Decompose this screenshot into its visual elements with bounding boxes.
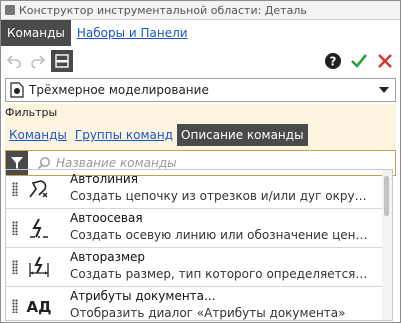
command-title: Авторазмер [70, 250, 146, 264]
drag-handle-icon[interactable] [12, 221, 18, 235]
toolbar: ? [1, 46, 400, 76]
apply-button[interactable] [348, 50, 370, 72]
document-attributes-icon: АД [26, 293, 52, 319]
drag-handle-icon[interactable] [12, 260, 18, 274]
tab-sets-and-panels[interactable]: Наборы и Панели [71, 20, 194, 46]
drag-handle-icon[interactable] [12, 182, 18, 196]
autoaxis-icon [26, 215, 52, 241]
funnel-icon [11, 157, 23, 169]
undo-button[interactable] [3, 50, 25, 72]
help-button[interactable]: ? [322, 50, 344, 72]
command-description: Создать размер, тип которого определяетс… [70, 267, 368, 281]
toolbar-actions: ? [318, 50, 396, 72]
command-description: Отобразить диалог «Атрибуты документа» [70, 306, 346, 320]
filter-tab-commands[interactable]: Команды [5, 124, 71, 146]
autoline-icon [26, 176, 52, 202]
scrollbar[interactable] [382, 170, 392, 320]
filter-tab-command-description[interactable]: Описание команды [177, 124, 308, 146]
command-title: Атрибуты документа... [70, 289, 216, 303]
filter-tabs: Команды Группы команд Описание команды [5, 124, 308, 146]
svg-text:?: ? [330, 55, 337, 69]
command-list: Автолиния Создать цепочку из отрезков и/… [5, 169, 393, 321]
check-icon [351, 54, 368, 68]
redo-button[interactable] [27, 50, 49, 72]
filters-label: Фильтры [5, 106, 58, 119]
redo-icon [31, 55, 46, 68]
scrollbar-thumb[interactable] [384, 176, 389, 216]
filter-tab-command-groups[interactable]: Группы команд [71, 124, 177, 146]
mode-icon [9, 82, 25, 98]
close-icon [378, 54, 392, 68]
command-description: Создать осевую линию или обозначение цен… [70, 228, 368, 242]
command-title: Автоосевая [70, 211, 143, 225]
window: Конструктор инструментальной области: Де… [0, 0, 401, 323]
mode-select-value: Трёхмерное моделирование [29, 83, 209, 97]
undo-icon [6, 55, 21, 68]
command-description: Создать цепочку из отрезков и/или дуг ок… [70, 189, 368, 203]
command-title: Автолиния [70, 172, 138, 186]
title-bar: Конструктор инструментальной области: Де… [1, 1, 400, 20]
list-item[interactable]: Автолиния Создать цепочку из отрезков и/… [6, 170, 392, 209]
window-title: Конструктор инструментальной области: Де… [19, 3, 307, 17]
mode-select[interactable]: Трёхмерное моделирование [5, 78, 396, 102]
panel-layout-button[interactable] [51, 50, 73, 72]
help-icon: ? [325, 53, 341, 69]
autodimension-icon [26, 254, 52, 280]
tab-commands[interactable]: Команды [1, 20, 71, 46]
filters-panel: Фильтры Команды Группы команд Описание к… [5, 104, 396, 150]
nav-tabs: Команды Наборы и Панели [1, 20, 400, 46]
panel-layout-icon [55, 54, 69, 68]
svg-text:АД: АД [27, 298, 52, 316]
list-item[interactable]: АД Атрибуты документа... Отобразить диал… [6, 287, 392, 320]
chevron-down-icon[interactable] [379, 87, 389, 93]
drag-handle-icon[interactable] [12, 299, 18, 313]
app-icon [5, 5, 15, 15]
cancel-button[interactable] [374, 50, 396, 72]
list-item[interactable]: Авторазмер Создать размер, тип которого … [6, 248, 392, 287]
list-item[interactable]: Автоосевая Создать осевую линию или обоз… [6, 209, 392, 248]
